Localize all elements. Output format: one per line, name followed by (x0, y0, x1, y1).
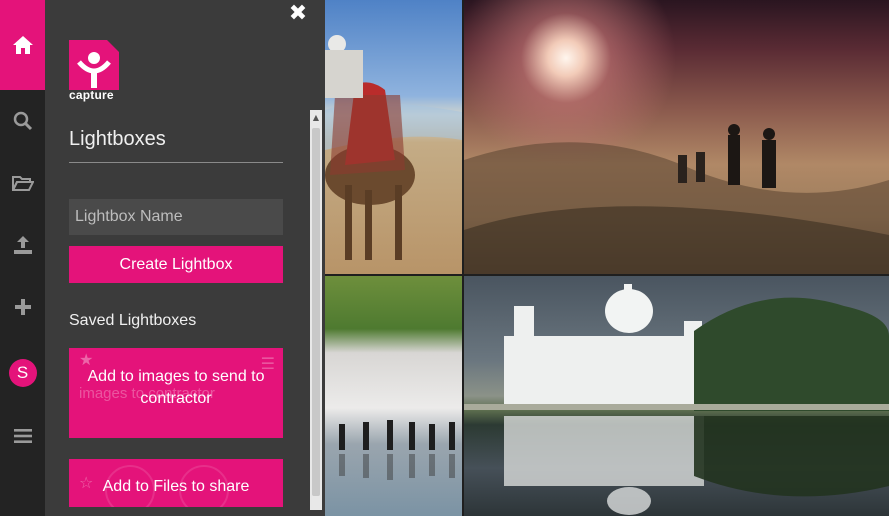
nav-home[interactable] (0, 0, 45, 90)
saved-lightboxes-heading: Saved Lightboxes (69, 312, 197, 329)
panel-scrollbar[interactable]: ▲ (310, 110, 322, 510)
hamburger-icon (13, 429, 32, 443)
upload-icon (13, 236, 32, 254)
nav-rail: S (0, 0, 45, 516)
photo-walkers[interactable] (325, 276, 462, 516)
lightbox-label: Add to Files to share (102, 478, 250, 495)
home-icon (12, 36, 33, 54)
lightbox-panel: ✖ capture Lightboxes Create Lightbox Sav… (45, 0, 325, 516)
saved-lightbox-item[interactable]: ☆ Add to Files to share (69, 459, 283, 507)
create-lightbox-button[interactable]: Create Lightbox (69, 246, 283, 283)
logo-text: capture (69, 88, 114, 102)
nav-upload[interactable] (0, 214, 45, 276)
nav-user[interactable]: S (0, 342, 45, 404)
search-icon (13, 111, 32, 131)
folder-open-icon (11, 176, 34, 191)
lightbox-name-input[interactable] (69, 199, 283, 235)
scroll-up-icon[interactable]: ▲ (310, 110, 322, 126)
photo-foggy-hills[interactable] (464, 0, 889, 274)
scroll-thumb[interactable] (312, 128, 320, 496)
panel-title: Lightboxes (69, 128, 166, 150)
nav-search[interactable] (0, 90, 45, 152)
nav-add[interactable] (0, 276, 45, 338)
divider (69, 162, 283, 163)
photo-palace[interactable] (464, 276, 889, 516)
saved-lightbox-item[interactable]: ★ ☰ images to contractor Add to images t… (69, 348, 283, 438)
nav-folder[interactable] (0, 152, 45, 214)
lightbox-label: Add to images to send to contractor (87, 368, 265, 407)
photo-camel-rider[interactable] (325, 0, 462, 274)
logo-mark (69, 40, 119, 90)
nav-menu[interactable] (0, 405, 45, 467)
plus-icon (14, 299, 31, 315)
capture-logo: capture (69, 40, 121, 102)
avatar: S (8, 359, 37, 387)
close-icon[interactable]: ✖ (287, 3, 309, 25)
